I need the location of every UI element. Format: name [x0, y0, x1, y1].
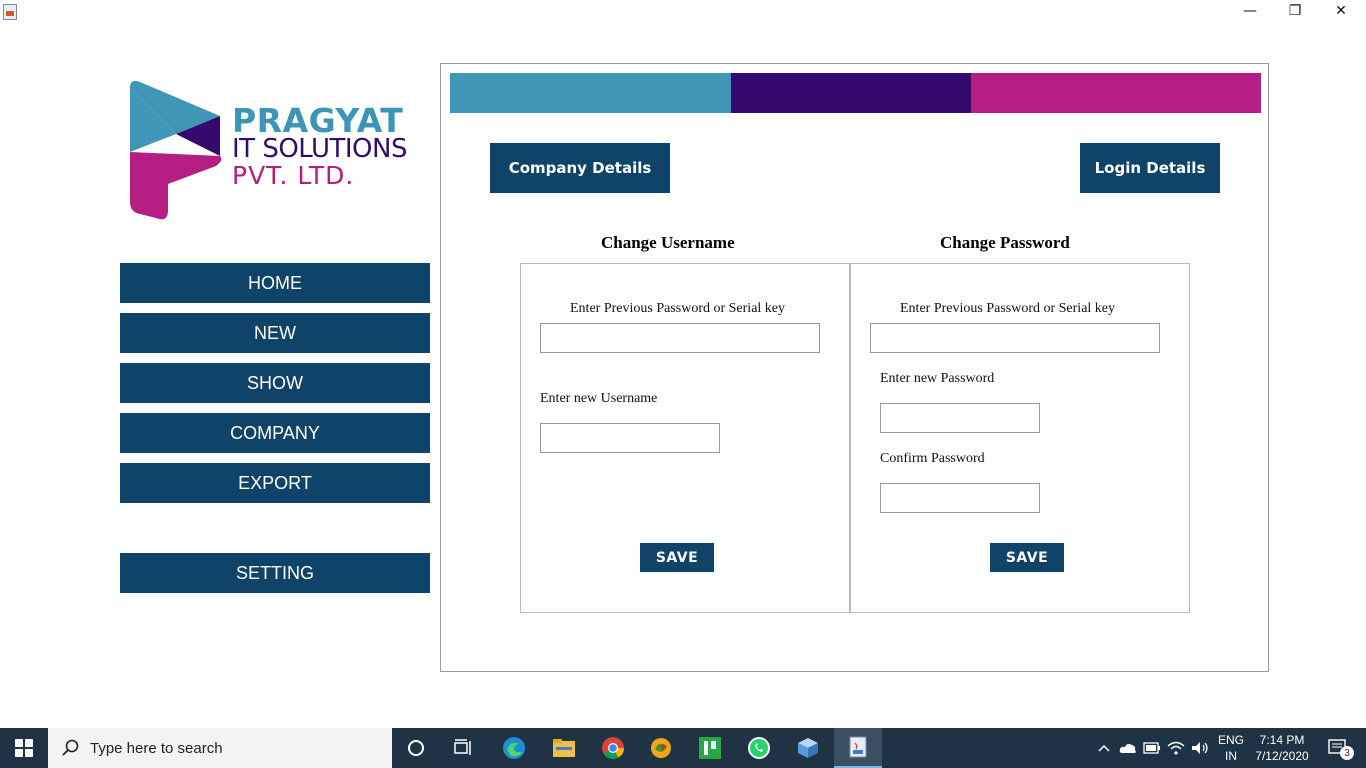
task-view-icon[interactable]	[440, 728, 488, 768]
change-password-title: Change Password	[940, 233, 1070, 252]
new-username-label: Enter new Username	[540, 391, 658, 406]
password-prev-label: Enter Previous Password or Serial key	[900, 301, 1116, 316]
new-username-input[interactable]	[540, 423, 720, 453]
username-prev-password-input[interactable]	[540, 323, 820, 353]
nav-export-button[interactable]: EXPORT	[120, 463, 430, 503]
new-password-input[interactable]	[880, 403, 1040, 433]
password-prev-password-input[interactable]	[870, 323, 1160, 353]
wifi-icon[interactable]	[1164, 728, 1188, 768]
confirm-password-label: Confirm Password	[880, 451, 985, 466]
java-icon[interactable]	[834, 728, 882, 768]
clock[interactable]: 7:14 PM 7/12/2020	[1250, 732, 1314, 764]
notification-center-icon[interactable]: 3	[1318, 728, 1358, 768]
language-indicator[interactable]: ENG IN	[1214, 732, 1248, 764]
company-logo: PRAGYAT IT SOLUTIONS PVT. LTD.	[128, 78, 428, 223]
region-code: IN	[1225, 749, 1237, 763]
save-username-button[interactable]: SAVE	[640, 543, 714, 572]
header-band-magenta	[971, 73, 1261, 113]
logo-line-2: IT SOLUTIONS	[232, 134, 407, 164]
cortana-icon[interactable]	[392, 728, 440, 768]
logo-wordmark: PRAGYAT IT SOLUTIONS PVT. LTD.	[232, 101, 407, 190]
new-password-label: Enter new Password	[880, 371, 995, 386]
confirm-password-input[interactable]	[880, 483, 1040, 513]
settings-panel: Company Details Login Details Change Use…	[440, 63, 1269, 672]
header-band-teal	[450, 73, 731, 113]
window-titlebar: — ❐ ✕	[0, 0, 1366, 24]
login-details-button[interactable]: Login Details	[1080, 143, 1220, 193]
logo-mark-icon	[130, 80, 222, 220]
nav-show-button[interactable]: SHOW	[120, 363, 430, 403]
logo-line-3: PVT. LTD.	[232, 161, 355, 190]
close-button[interactable]: ✕	[1318, 0, 1364, 22]
username-prev-label: Enter Previous Password or Serial key	[570, 301, 786, 316]
search-icon	[62, 739, 79, 756]
search-placeholder: Type here to search	[90, 739, 223, 757]
green-app-icon[interactable]	[686, 728, 734, 768]
windows-logo-icon	[15, 739, 33, 757]
start-button[interactable]	[0, 728, 48, 768]
save-password-button[interactable]: SAVE	[990, 543, 1064, 572]
nav-company-button[interactable]: COMPANY	[120, 413, 430, 453]
chrome-icon[interactable]	[589, 728, 637, 768]
nav-setting-button[interactable]: SETTING	[120, 553, 430, 593]
minimize-button[interactable]: —	[1227, 0, 1273, 22]
chevron-up-icon[interactable]	[1092, 728, 1116, 768]
restore-button[interactable]: ❐	[1272, 0, 1318, 22]
clock-time: 7:14 PM	[1259, 733, 1305, 747]
notification-count-badge: 3	[1340, 746, 1354, 760]
whatsapp-icon[interactable]	[735, 728, 783, 768]
logo-line-1: PRAGYAT	[232, 101, 404, 140]
company-details-button[interactable]: Company Details	[490, 143, 670, 193]
change-username-title: Change Username	[601, 233, 735, 252]
language-code: ENG	[1217, 733, 1244, 747]
onedrive-icon[interactable]	[1116, 728, 1140, 768]
windows-taskbar: Type here to search ENG IN 7:14 PM 7/12/…	[0, 728, 1366, 768]
box-app-icon[interactable]	[784, 728, 832, 768]
nav-home-button[interactable]: HOME	[120, 263, 430, 303]
edge-icon[interactable]	[490, 728, 538, 768]
clock-date: 7/12/2020	[1255, 749, 1309, 763]
java-app-icon	[3, 4, 17, 20]
volume-icon[interactable]	[1188, 728, 1212, 768]
battery-icon[interactable]	[1140, 728, 1164, 768]
app-icon[interactable]	[637, 728, 685, 768]
taskbar-search-box[interactable]: Type here to search	[48, 728, 392, 768]
file-explorer-icon[interactable]	[540, 728, 588, 768]
nav-new-button[interactable]: NEW	[120, 313, 430, 353]
header-band-purple	[731, 73, 971, 113]
